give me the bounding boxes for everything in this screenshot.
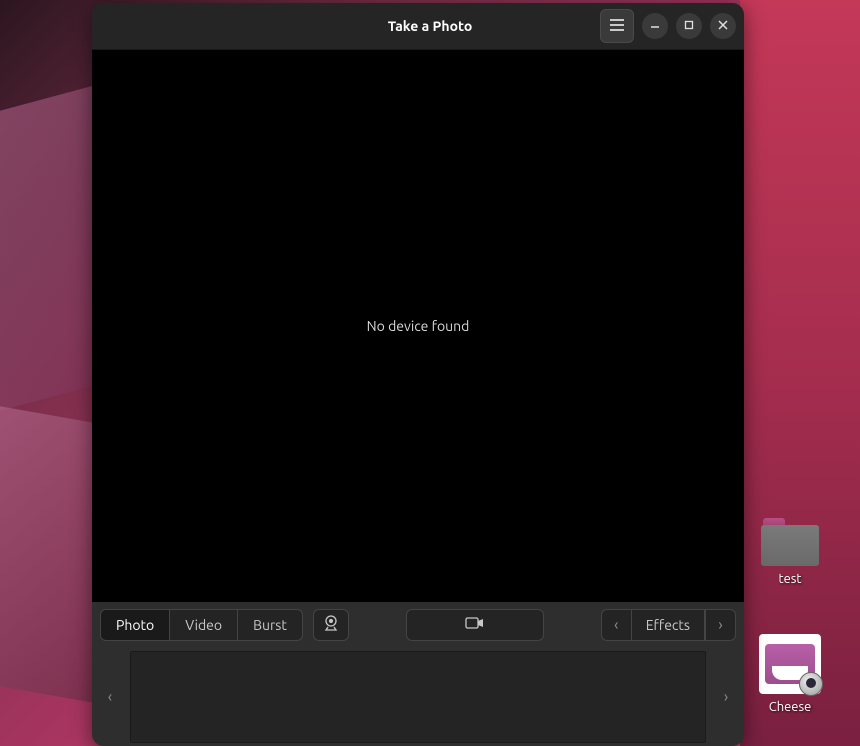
thumbnails-prev-button[interactable]: ‹ <box>100 652 120 742</box>
effects-button[interactable]: Effects <box>632 610 705 640</box>
camera-viewport: No device found <box>92 50 744 602</box>
video-mode-button[interactable]: Video <box>170 610 238 640</box>
folder-label: test <box>778 572 801 586</box>
cheese-app-window: Take a Photo <box>92 3 744 746</box>
effects-next-button[interactable]: › <box>705 610 735 640</box>
cheese-app-icon <box>759 634 821 694</box>
minimize-icon <box>650 20 660 33</box>
maximize-icon <box>684 20 694 33</box>
timer-button[interactable] <box>313 609 349 641</box>
photo-mode-button[interactable]: Photo <box>101 610 170 640</box>
capture-button[interactable] <box>406 609 544 641</box>
video-camera-icon <box>465 616 485 634</box>
mode-selector: Photo Video Burst <box>100 609 303 641</box>
no-device-message: No device found <box>367 318 470 334</box>
effects-prev-button[interactable]: ‹ <box>602 610 632 640</box>
thumbnails-next-button[interactable]: › <box>716 652 736 742</box>
maximize-button[interactable] <box>676 13 702 39</box>
titlebar[interactable]: Take a Photo <box>92 3 744 50</box>
thumbnail-strip: ‹ › <box>92 647 744 746</box>
bottom-toolbar: Photo Video Burst ‹ Effects › <box>92 602 744 647</box>
close-button[interactable] <box>710 13 736 39</box>
chevron-left-icon: ‹ <box>614 616 619 634</box>
close-icon <box>718 20 728 33</box>
chevron-right-icon: › <box>718 616 723 634</box>
thumbnail-area[interactable] <box>130 651 706 743</box>
minimize-button[interactable] <box>642 13 668 39</box>
hamburger-icon <box>610 17 624 35</box>
desktop-app-cheese[interactable]: Cheese <box>750 634 830 714</box>
hamburger-menu-button[interactable] <box>600 9 634 43</box>
desktop-folder-test[interactable]: test <box>750 518 830 586</box>
chevron-left-icon: ‹ <box>108 688 113 706</box>
burst-mode-button[interactable]: Burst <box>238 610 302 640</box>
app-label: Cheese <box>769 700 812 714</box>
webcam-icon <box>322 614 340 636</box>
window-title: Take a Photo <box>260 18 600 34</box>
chevron-right-icon: › <box>724 688 729 706</box>
effects-selector: ‹ Effects › <box>601 609 736 641</box>
folder-icon <box>761 518 819 566</box>
